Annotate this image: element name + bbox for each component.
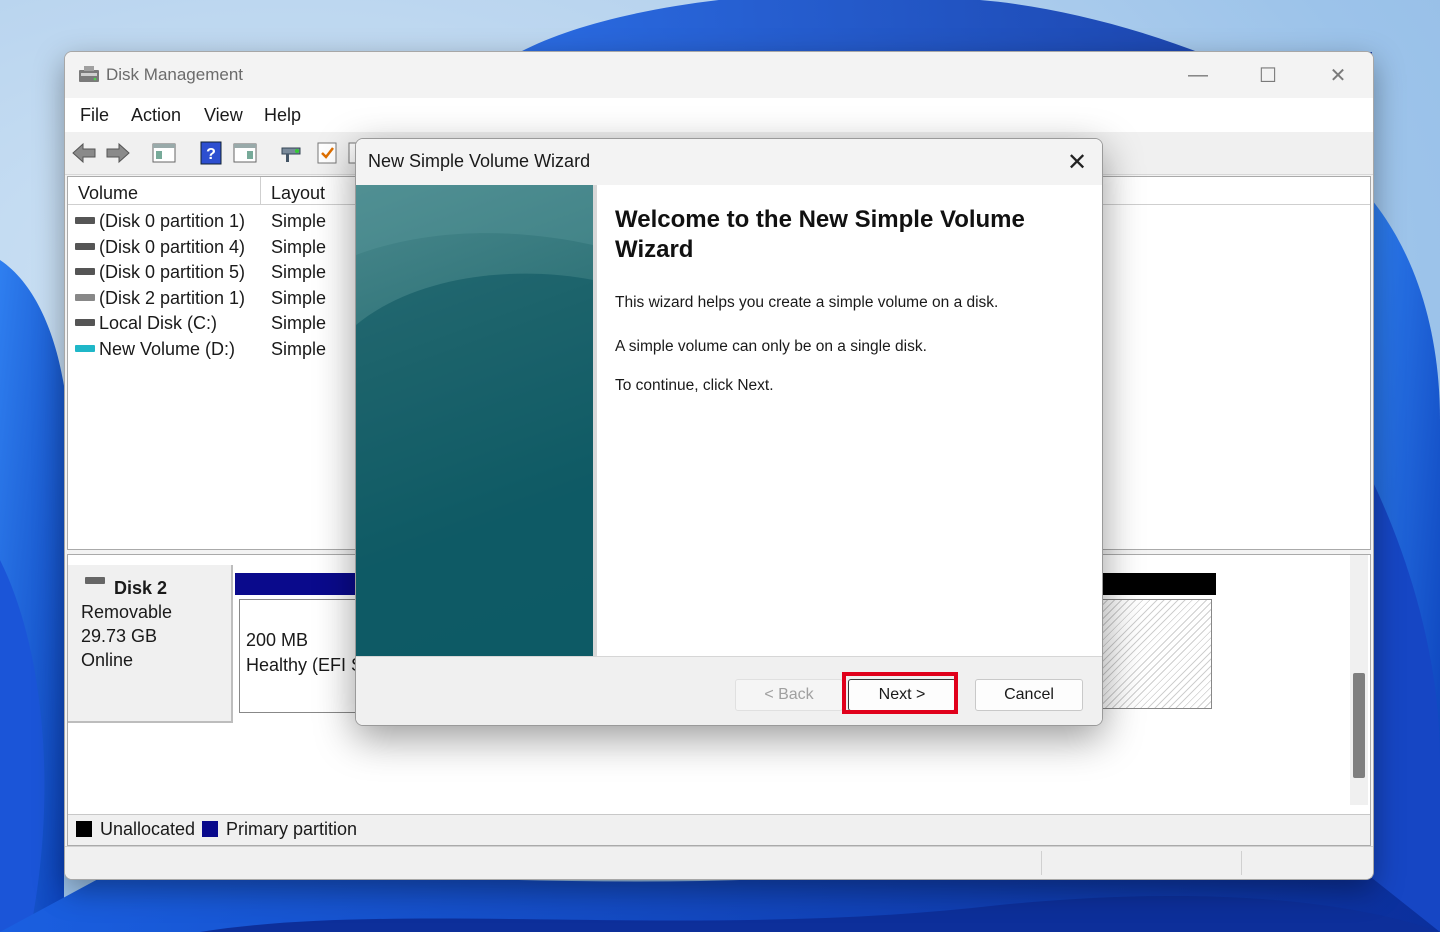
window-titlebar[interactable]: Disk Management — ☐ ✕ (65, 52, 1373, 98)
status-divider (1241, 851, 1242, 875)
connect-icon[interactable] (278, 140, 304, 166)
minimize-button[interactable]: — (1163, 52, 1233, 98)
minimize-icon: — (1188, 63, 1208, 86)
volume-name: (Disk 2 partition 1) (99, 288, 246, 308)
disk-size: 29.73 GB (81, 626, 158, 646)
disk-icon (75, 319, 95, 326)
close-icon: ✕ (1329, 64, 1347, 87)
volume-layout: Simple (271, 237, 327, 257)
vertical-scrollbar[interactable] (1350, 555, 1368, 805)
partition-body: 200 MB Healthy (EFI S (239, 599, 365, 713)
new-simple-volume-wizard-dialog: New Simple Volume Wizard ✕ Welcome to th… (355, 138, 1103, 726)
forward-arrow-icon[interactable] (105, 140, 131, 166)
volume-name: (Disk 0 partition 1) (99, 211, 246, 231)
check-icon[interactable] (314, 140, 340, 166)
disk-management-app-icon (79, 66, 99, 82)
legend-primary: Primary partition (226, 819, 358, 839)
window-title: Disk Management (106, 65, 244, 84)
column-header-volume[interactable]: Volume (68, 177, 261, 205)
volume-layout: Simple (271, 313, 327, 333)
dialog-close-button[interactable]: ✕ (1052, 139, 1102, 185)
dialog-content: Welcome to the New Simple Volume Wizard … (597, 185, 1102, 656)
close-button[interactable]: ✕ (1303, 52, 1373, 98)
primary-partition-bar (235, 573, 365, 595)
disk-type: Removable (81, 602, 173, 622)
menu-file[interactable]: File (80, 105, 109, 126)
wizard-side-banner (356, 185, 593, 656)
disk-status: Online (81, 650, 134, 670)
wizard-paragraph: A simple volume can only be on a single … (615, 338, 927, 355)
volume-layout: Simple (271, 262, 327, 282)
maximize-icon: ☐ (1259, 64, 1277, 87)
status-divider (1041, 851, 1042, 875)
disk-icon (85, 577, 105, 584)
volume-name: New Volume (D:) (99, 339, 236, 359)
disk-name: Disk 2 (114, 578, 168, 598)
back-button[interactable]: < Back (735, 679, 843, 711)
partition-size: 200 MB (246, 630, 309, 650)
volume-layout: Simple (271, 288, 327, 308)
menu-bar: File Action View Help (65, 98, 1373, 133)
volume-name: (Disk 0 partition 5) (99, 262, 246, 282)
unallocated-space[interactable] (1100, 573, 1216, 711)
disk-icon (75, 243, 95, 250)
dialog-footer: < Back Next > Cancel (356, 656, 1102, 725)
partition-status: Healthy (EFI S (246, 655, 364, 675)
wizard-heading: Welcome to the New Simple Volume Wizard (615, 206, 1025, 263)
properties-pane-icon[interactable] (151, 140, 177, 166)
primary-swatch (202, 821, 218, 837)
maximize-button[interactable]: ☐ (1233, 52, 1303, 98)
scrollbar-thumb[interactable] (1353, 673, 1365, 778)
unallocated-bar (1100, 573, 1216, 595)
close-icon: ✕ (1066, 148, 1088, 176)
volume-layout: Simple (271, 339, 327, 359)
disk-label[interactable]: Disk 2 Removable 29.73 GB Online (68, 565, 233, 723)
menu-view[interactable]: View (204, 105, 243, 126)
back-arrow-icon[interactable] (71, 140, 97, 166)
column-header-more (1102, 177, 1370, 205)
disk-icon (75, 268, 95, 275)
banner-graphic (356, 185, 593, 656)
unallocated-swatch (76, 821, 92, 837)
usb-disk-icon (75, 345, 95, 352)
legend: Unallocated Primary partition (68, 814, 1370, 845)
volume-name: Local Disk (C:) (99, 313, 218, 333)
menu-action[interactable]: Action (131, 105, 181, 126)
cancel-button[interactable]: Cancel (975, 679, 1083, 711)
show-pane-icon[interactable] (232, 140, 258, 166)
legend-unallocated: Unallocated (100, 819, 196, 839)
wizard-paragraph: This wizard helps you create a simple vo… (615, 294, 999, 311)
help-icon[interactable]: ? (198, 140, 224, 166)
wizard-paragraph: To continue, click Next. (615, 377, 774, 394)
status-bar (65, 846, 1373, 879)
dialog-titlebar[interactable]: New Simple Volume Wizard ✕ (356, 139, 1102, 185)
unallocated-body (1100, 599, 1212, 709)
volume-name: (Disk 0 partition 4) (99, 237, 246, 257)
disk-icon (75, 294, 95, 301)
dialog-title: New Simple Volume Wizard (368, 151, 591, 171)
menu-help[interactable]: Help (264, 105, 301, 126)
disk-icon (75, 217, 95, 224)
svg-text:?: ? (206, 146, 216, 163)
efi-partition[interactable]: 200 MB Healthy (EFI S (235, 573, 365, 713)
volume-layout: Simple (271, 211, 327, 231)
next-button[interactable]: Next > (848, 679, 956, 711)
